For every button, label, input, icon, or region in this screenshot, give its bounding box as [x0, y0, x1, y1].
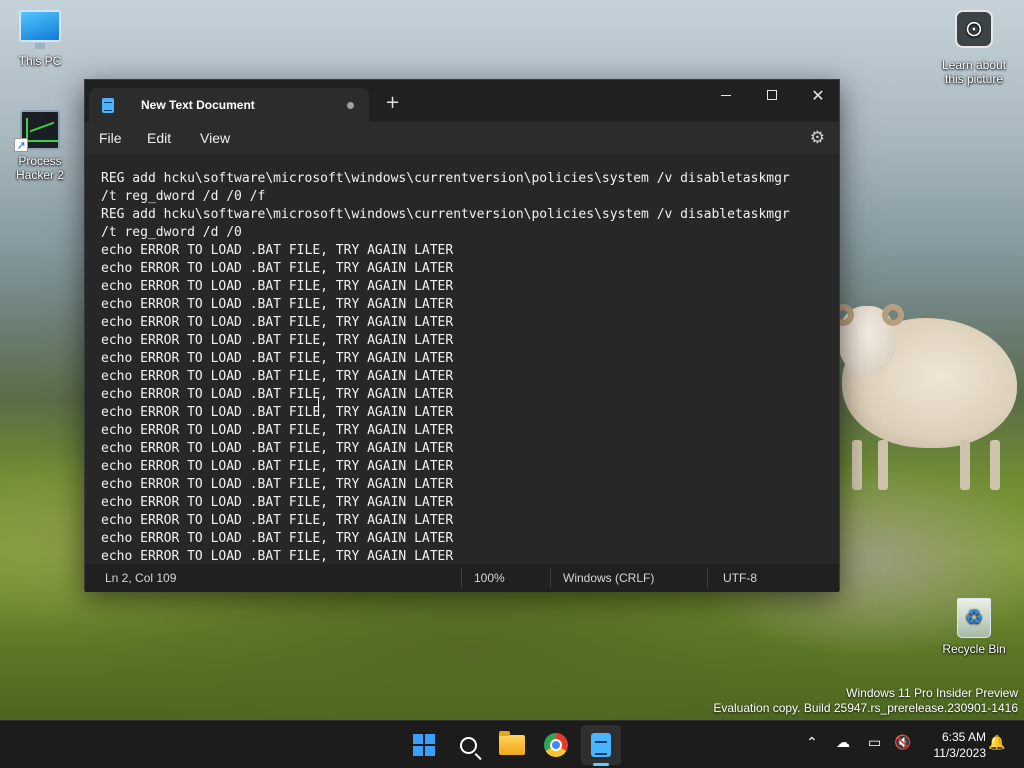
menu-bar: File Edit View ⚙ [85, 122, 839, 154]
clock-time: 6:35 AM [941, 730, 986, 744]
chevron-up-icon[interactable]: ⌃ [806, 735, 818, 751]
status-divider [707, 568, 708, 588]
editor-content[interactable]: REG add hcku\software\microsoft\windows\… [101, 170, 790, 564]
encoding[interactable]: UTF-8 [723, 571, 757, 585]
start-icon [413, 734, 435, 756]
editor-line[interactable]: echo ERROR TO LOAD .BAT FILE, TRY AGAIN … [101, 314, 790, 332]
notepad-taskbar-button[interactable] [581, 725, 621, 765]
close-icon: ✕ [811, 85, 825, 105]
notepad-window: New Text Document + ✕ File Edit View ⚙ R… [84, 79, 840, 592]
desktop-icon-process-hacker[interactable]: Process Hacker 2 [0, 110, 80, 182]
new-tab-button[interactable]: + [385, 94, 400, 112]
editor-line[interactable]: echo ERROR TO LOAD .BAT FILE, TRY AGAIN … [101, 548, 790, 564]
file-explorer-icon [499, 731, 525, 755]
recycle-bin-icon: ♻ [957, 598, 991, 638]
search-icon [459, 736, 477, 754]
cursor-position: Ln 2, Col 109 [105, 571, 177, 585]
sheep-horn-right [882, 304, 904, 326]
monitor-icon [19, 10, 61, 49]
text-editor[interactable]: REG add hcku\software\microsoft\windows\… [85, 154, 839, 564]
close-button[interactable]: ✕ [795, 80, 841, 110]
editor-line[interactable]: echo ERROR TO LOAD .BAT FILE, TRY AGAIN … [101, 440, 790, 458]
editor-line[interactable]: echo ERROR TO LOAD .BAT FILE, TRY AGAIN … [101, 368, 790, 386]
desktop-icon-label: Recycle Bin [942, 642, 1006, 656]
desktop-icon-label: Process Hacker 2 [15, 154, 65, 182]
editor-line[interactable]: /t reg_dword /d /0 /f [101, 188, 790, 206]
editor-line[interactable]: echo ERROR TO LOAD .BAT FILE, TRY AGAIN … [101, 350, 790, 368]
status-divider [550, 568, 551, 588]
desktop-icon-this-pc[interactable]: This PC [0, 10, 80, 68]
sheep-leg [878, 440, 888, 490]
sheep-leg [852, 440, 862, 490]
notepad-icon [591, 733, 611, 757]
menu-view[interactable]: View [200, 130, 230, 146]
unsaved-dot-icon[interactable] [347, 102, 354, 109]
editor-line[interactable]: echo ERROR TO LOAD .BAT FILE, TRY AGAIN … [101, 404, 790, 422]
start-button[interactable] [404, 725, 444, 765]
settings-gear-icon[interactable]: ⚙ [810, 128, 825, 148]
editor-line[interactable]: echo ERROR TO LOAD .BAT FILE, TRY AGAIN … [101, 260, 790, 278]
editor-line[interactable]: echo ERROR TO LOAD .BAT FILE, TRY AGAIN … [101, 242, 790, 260]
editor-line[interactable]: echo ERROR TO LOAD .BAT FILE, TRY AGAIN … [101, 278, 790, 296]
notification-bell-icon[interactable]: 🔔 [988, 735, 1005, 751]
minimize-button[interactable] [703, 80, 749, 110]
status-divider [461, 568, 462, 588]
onedrive-icon[interactable]: ☁ [836, 735, 850, 751]
minimize-icon [721, 94, 731, 96]
watermark-line: Evaluation copy. Build 25947.rs_prerelea… [713, 701, 1018, 715]
editor-line[interactable]: echo ERROR TO LOAD .BAT FILE, TRY AGAIN … [101, 458, 790, 476]
watermark-line: Windows 11 Pro Insider Preview [846, 686, 1018, 700]
editor-line[interactable]: echo ERROR TO LOAD .BAT FILE, TRY AGAIN … [101, 530, 790, 548]
line-ending[interactable]: Windows (CRLF) [563, 571, 654, 585]
zoom-level[interactable]: 100% [474, 571, 505, 585]
editor-line[interactable]: echo ERROR TO LOAD .BAT FILE, TRY AGAIN … [101, 422, 790, 440]
maximize-icon [767, 90, 777, 100]
volume-muted-icon[interactable]: 🔇 [894, 735, 911, 751]
desktop-icon-label: Learn about this picture [941, 58, 1007, 86]
notepad-icon [102, 98, 114, 113]
editor-line[interactable]: REG add hcku\software\microsoft\windows\… [101, 206, 790, 224]
chrome-button[interactable] [536, 725, 576, 765]
editor-line[interactable]: REG add hcku\software\microsoft\windows\… [101, 170, 790, 188]
editor-line[interactable]: echo ERROR TO LOAD .BAT FILE, TRY AGAIN … [101, 512, 790, 530]
network-icon[interactable]: ▭ [868, 735, 881, 751]
file-explorer-button[interactable] [492, 725, 532, 765]
desktop-icon-label: This PC [18, 54, 62, 68]
text-cursor-icon [318, 398, 320, 416]
editor-line[interactable]: echo ERROR TO LOAD .BAT FILE, TRY AGAIN … [101, 386, 790, 404]
tab-title: New Text Document [141, 98, 255, 112]
sheep-leg [990, 440, 1000, 490]
menu-file[interactable]: File [99, 130, 122, 146]
clock[interactable]: 6:35 AM 11/3/2023 [920, 729, 987, 761]
menu-edit[interactable]: Edit [147, 130, 171, 146]
maximize-button[interactable] [749, 80, 795, 110]
title-bar[interactable]: New Text Document + ✕ [85, 80, 839, 122]
chrome-icon [544, 733, 568, 757]
editor-line[interactable]: echo ERROR TO LOAD .BAT FILE, TRY AGAIN … [101, 494, 790, 512]
clock-date: 11/3/2023 [933, 746, 987, 760]
editor-line[interactable]: echo ERROR TO LOAD .BAT FILE, TRY AGAIN … [101, 332, 790, 350]
editor-line[interactable]: echo ERROR TO LOAD .BAT FILE, TRY AGAIN … [101, 476, 790, 494]
taskbar: ⌃ ☁ ▭ 🔇 6:35 AM 11/3/2023 🔔 [0, 720, 1024, 768]
search-button[interactable] [448, 725, 488, 765]
editor-line[interactable]: echo ERROR TO LOAD .BAT FILE, TRY AGAIN … [101, 296, 790, 314]
editor-line[interactable]: /t reg_dword /d /0 [101, 224, 790, 242]
active-app-indicator [593, 763, 609, 766]
camera-icon: ⊙ [955, 10, 993, 48]
windows-watermark: Windows 11 Pro Insider Preview Evaluatio… [713, 686, 1018, 716]
status-bar: Ln 2, Col 109 100% Windows (CRLF) UTF-8 [85, 564, 839, 592]
tab-new-text-document[interactable]: New Text Document [89, 88, 369, 122]
sheep-leg [960, 440, 970, 490]
desktop-icon-recycle-bin[interactable]: ♻ Recycle Bin [934, 598, 1014, 656]
shortcut-arrow-icon: ↗ [14, 138, 28, 152]
desktop-icon-learn-about-picture[interactable]: ⊙ Learn about this picture [934, 10, 1014, 86]
